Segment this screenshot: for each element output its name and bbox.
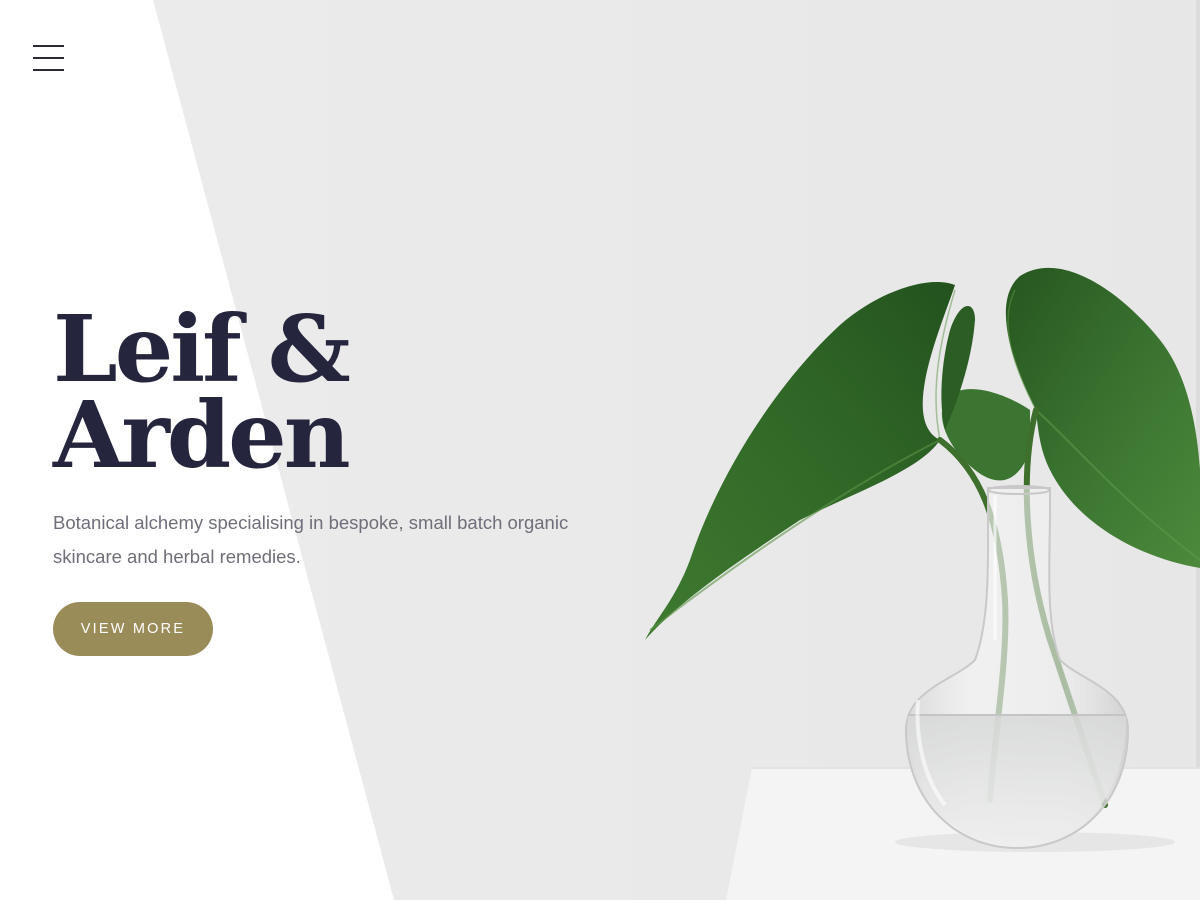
brand-title-line-2: Arden	[53, 381, 351, 489]
brand-title: Leif & Arden	[53, 295, 351, 489]
tagline: Botanical alchemy specialising in bespok…	[53, 506, 613, 574]
hamburger-menu-icon[interactable]	[33, 44, 64, 72]
view-more-button[interactable]: VIEW MORE	[53, 602, 213, 656]
tagline-line-2: skincare and herbal remedies.	[53, 546, 301, 567]
menu-line	[33, 69, 64, 71]
brand-title-line-1: Leif &	[53, 295, 351, 403]
menu-line	[33, 45, 64, 47]
tagline-line-1: Botanical alchemy specialising in bespok…	[53, 512, 569, 533]
hero-section: Leif & Arden Botanical alchemy specialis…	[0, 0, 1200, 900]
menu-line	[33, 57, 64, 59]
